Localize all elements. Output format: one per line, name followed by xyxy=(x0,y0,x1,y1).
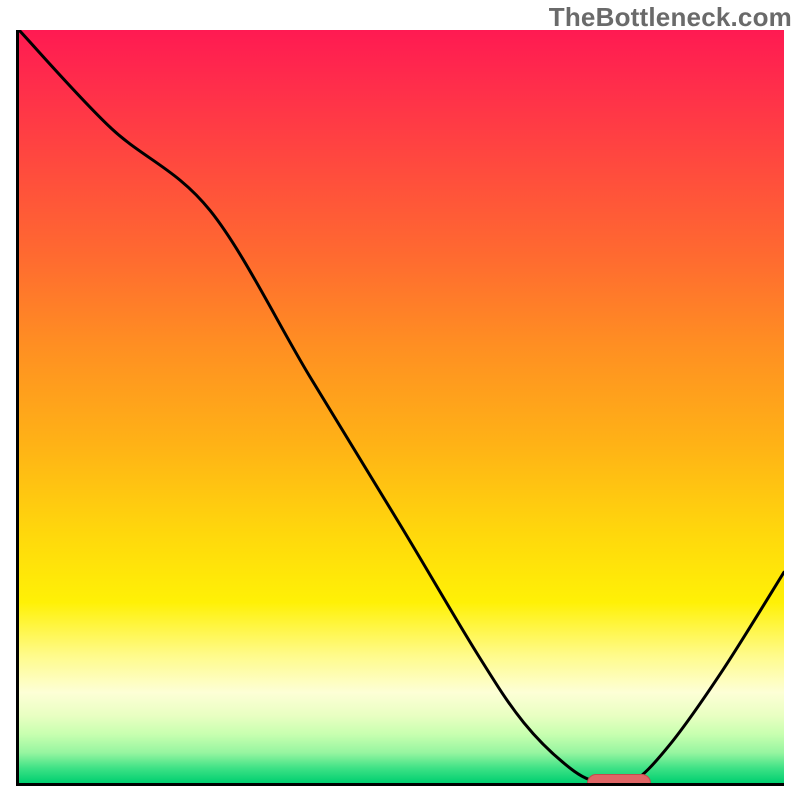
optimal-range-marker xyxy=(587,774,650,786)
bottleneck-curve-line xyxy=(19,30,784,783)
watermark-text: TheBottleneck.com xyxy=(549,2,792,33)
chart-plot-area xyxy=(16,30,784,786)
